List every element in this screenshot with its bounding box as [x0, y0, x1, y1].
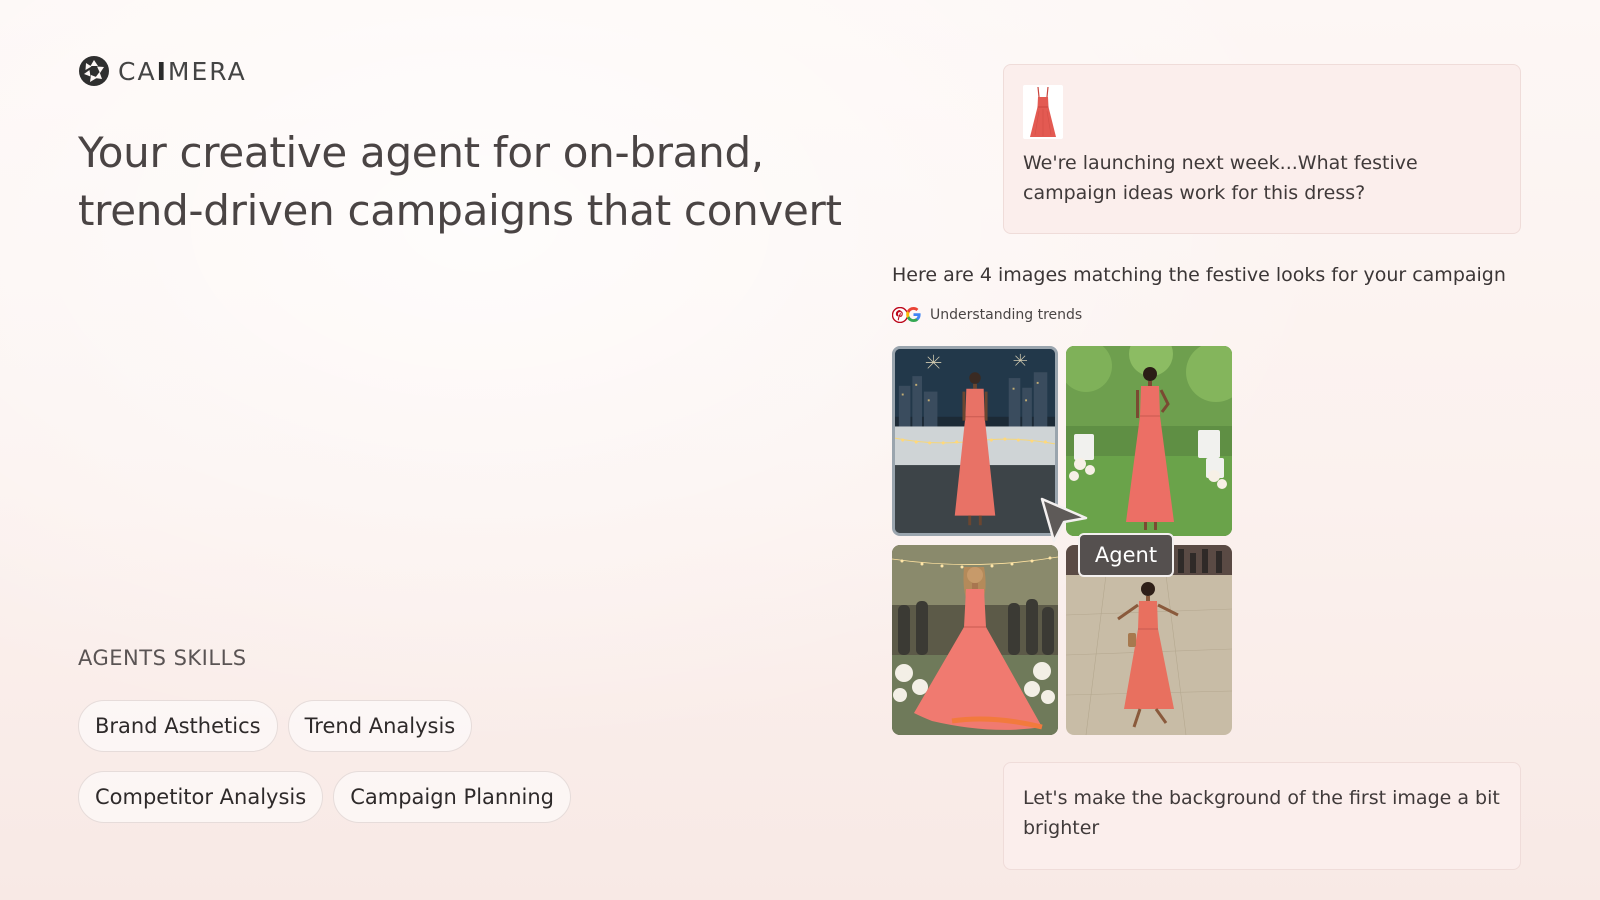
- trend-status-label: Understanding trends: [930, 306, 1083, 323]
- page-headline: Your creative agent for on-brand, trend-…: [78, 128, 842, 235]
- aperture-icon: [79, 56, 109, 86]
- logo-wordmark: CAIMERA: [118, 56, 247, 86]
- dress-icon: [1030, 86, 1056, 137]
- city-fireworks-photo: [895, 349, 1055, 533]
- generated-image-1[interactable]: [892, 346, 1058, 536]
- trend-status: Understanding trends: [892, 306, 1082, 323]
- brand-logo[interactable]: CAIMERA: [78, 54, 247, 88]
- user-followup-text: Let's make the background of the first i…: [1023, 787, 1500, 839]
- skills-section-title: AGENTS SKILLS: [78, 646, 247, 670]
- generated-image-3[interactable]: [892, 545, 1058, 735]
- user-message-bubble: We're launching next week...What festive…: [1003, 64, 1521, 234]
- google-icon: [906, 307, 921, 322]
- skill-chip-brand-aesthetics[interactable]: Brand Asthetics: [78, 700, 278, 752]
- agent-reply-text: Here are 4 images matching the festive l…: [892, 264, 1506, 286]
- skill-chip-trend-analysis[interactable]: Trend Analysis: [287, 700, 473, 752]
- skill-chip-competitor-analysis[interactable]: Competitor Analysis: [78, 771, 324, 823]
- generated-image-2[interactable]: [1066, 346, 1232, 536]
- skills-row-1: Brand Asthetics Trend Analysis: [78, 700, 473, 752]
- user-message-text: We're launching next week...What festive…: [1023, 152, 1418, 204]
- user-followup-bubble: Let's make the background of the first i…: [1003, 762, 1521, 870]
- dress-thumbnail[interactable]: [1023, 85, 1063, 139]
- agent-cursor-label: Agent: [1078, 533, 1174, 577]
- wedding-twirl-photo: [892, 545, 1058, 735]
- skill-chip-campaign-planning[interactable]: Campaign Planning: [333, 771, 571, 823]
- skills-row-2: Competitor Analysis Campaign Planning: [78, 771, 571, 823]
- garden-party-photo: [1066, 346, 1232, 536]
